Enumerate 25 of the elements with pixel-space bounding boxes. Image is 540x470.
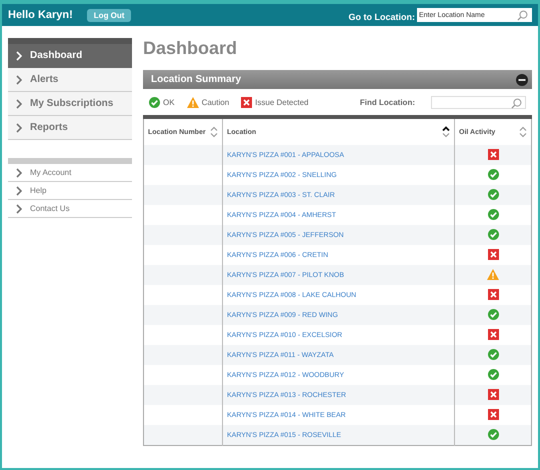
sidebar-link[interactable]: Contact Us <box>8 200 132 218</box>
chevron-icon <box>16 50 22 60</box>
collapse-icon[interactable] <box>516 74 528 86</box>
search-icon[interactable] <box>511 98 522 108</box>
legend-label: Issue Detected <box>255 98 309 106</box>
legend-label: Caution <box>202 98 230 106</box>
find-location-field[interactable] <box>431 96 526 108</box>
sidebar-link[interactable]: My Account <box>8 164 132 182</box>
page-title: Dashboard <box>143 38 238 58</box>
chevron-icon <box>16 98 22 108</box>
sidebar-item[interactable]: Dashboard <box>8 44 132 68</box>
chevron-icon <box>16 122 22 132</box>
legend-label: OK <box>163 98 175 106</box>
greeting: Hello Karyn! <box>8 9 73 21</box>
go-to-location-label: Go to Location: <box>348 12 415 22</box>
panel-title: Location Summary <box>151 74 242 85</box>
sidebar-link[interactable]: Help <box>8 182 132 200</box>
logout-button[interactable]: Log Out <box>86 8 132 22</box>
sort-icon[interactable] <box>442 126 450 138</box>
search-icon[interactable] <box>517 10 528 21</box>
find-location-label: Find Location: <box>360 98 415 106</box>
sidebar-item[interactable]: Reports <box>8 116 132 140</box>
sidebar-item[interactable]: Alerts <box>8 68 132 92</box>
chevron-icon <box>16 74 22 84</box>
sidebar-item[interactable]: My Subscriptions <box>8 92 132 116</box>
